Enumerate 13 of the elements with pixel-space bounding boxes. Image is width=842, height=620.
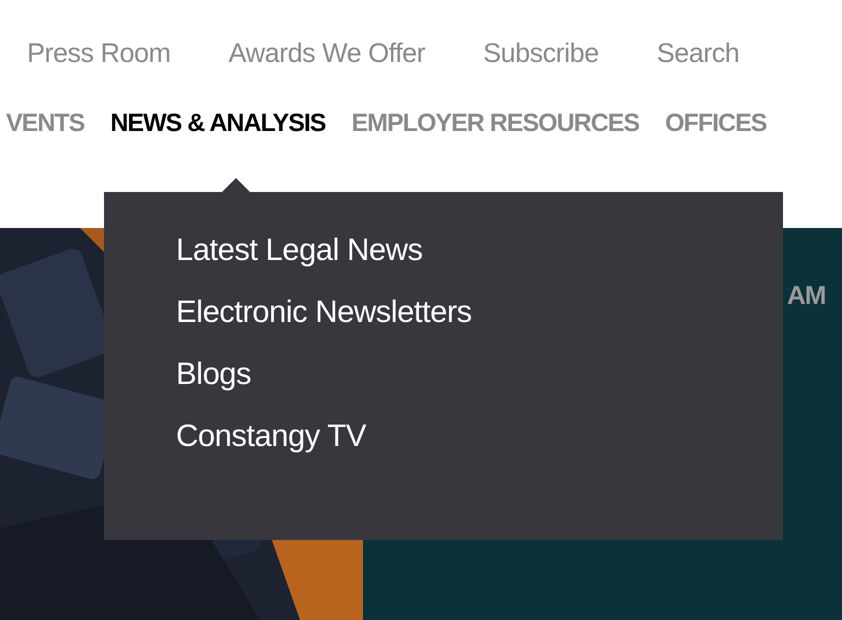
utility-link[interactable]: Search [656, 32, 740, 74]
hero-heading: AM [787, 280, 826, 310]
dropdown-item[interactable]: Latest Legal News [176, 230, 423, 270]
nav-tab[interactable]: OFFICES [665, 105, 766, 143]
dropdown-item[interactable]: Constangy TV [176, 416, 366, 456]
utility-link[interactable]: Awards We Offer [228, 32, 426, 74]
utility-link[interactable]: Subscribe [483, 32, 599, 74]
nav-tab[interactable]: NEWS & ANALYSIS [110, 105, 326, 143]
dropdown-item[interactable]: Blogs [176, 354, 252, 394]
nav-tab[interactable]: VENTS [6, 105, 84, 143]
dropdown-item[interactable]: Electronic Newsletters [176, 292, 472, 332]
utility-link[interactable]: Press Room [27, 32, 171, 74]
nav-tab[interactable]: EMPLOYER RESOURCES [352, 105, 640, 143]
